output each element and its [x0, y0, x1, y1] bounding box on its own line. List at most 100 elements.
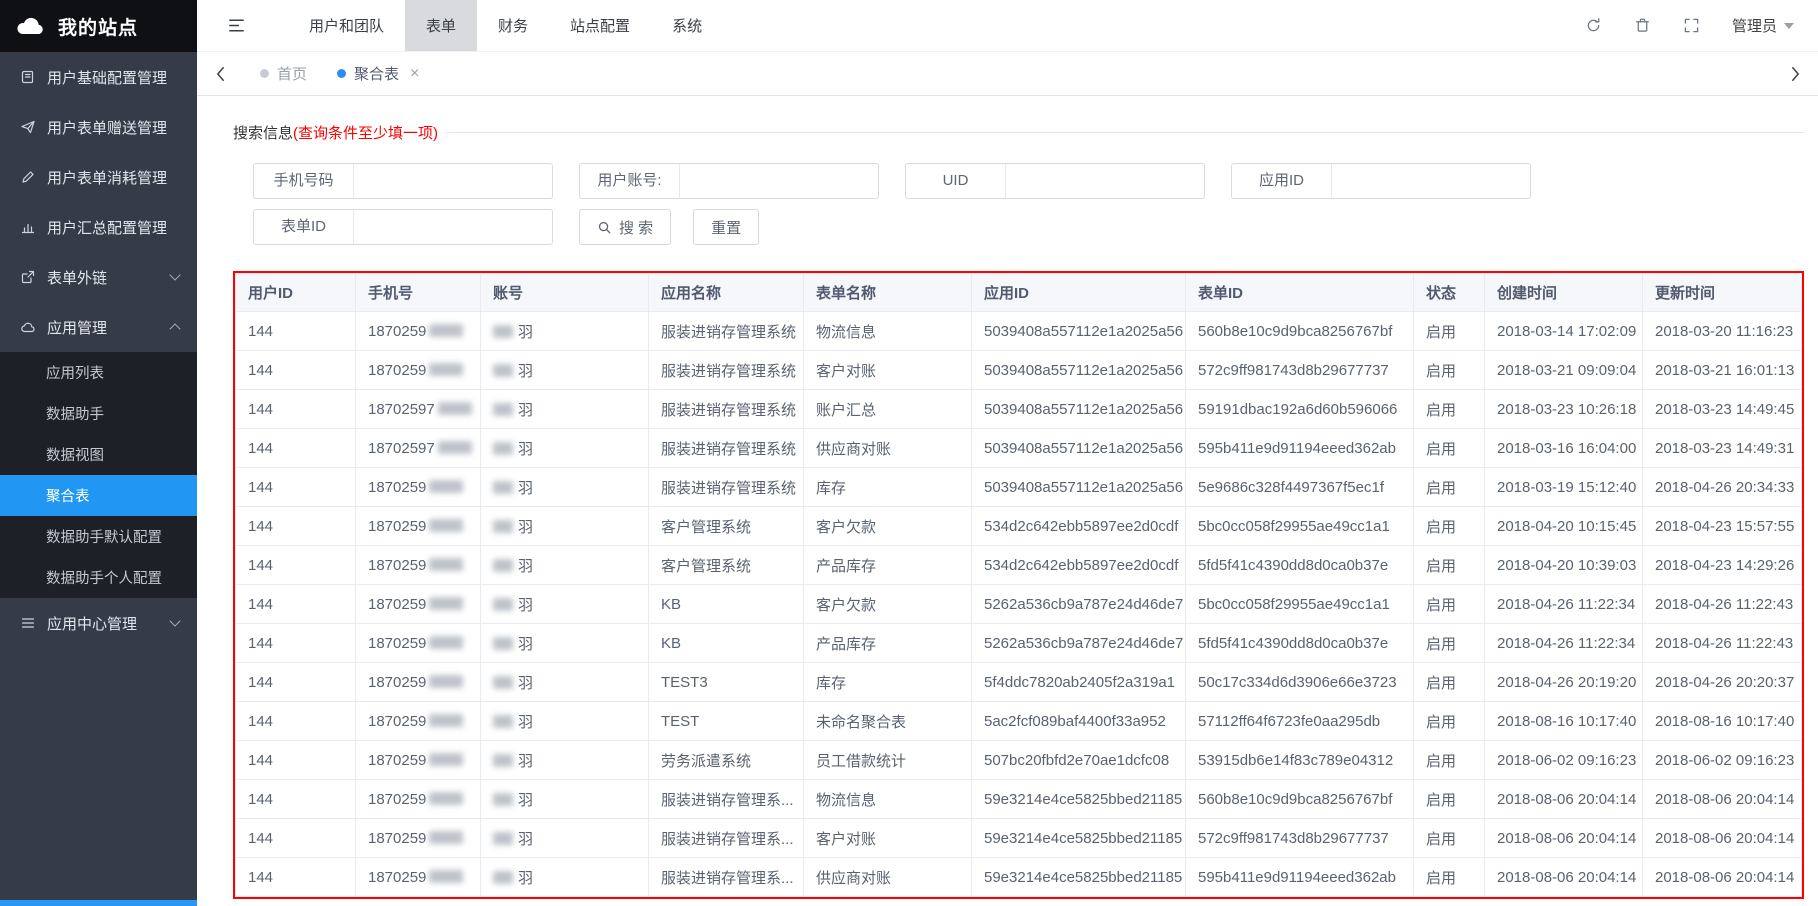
- cell-app-name: TEST: [661, 713, 699, 730]
- sidebar-item[interactable]: 用户表单消耗管理: [0, 152, 197, 202]
- phone-number-field: 手机号码: [253, 163, 553, 199]
- cell-created-time: 2018-06-02 09:16:23: [1497, 752, 1636, 769]
- cell-created-time: 2018-08-16 10:17:40: [1497, 713, 1636, 730]
- cell-form-id: 53915db6e14f83c789e04312: [1198, 752, 1393, 769]
- cell-form-name: 客户对账: [816, 831, 876, 848]
- cell-user-id: 144: [248, 440, 273, 457]
- sidebar-item[interactable]: 应用中心管理: [0, 598, 197, 648]
- main-column: 用户和团队表单财务站点配置系统 管理员: [197, 0, 1818, 906]
- cell-updated-time: 2018-06-02 09:16:23: [1655, 752, 1794, 769]
- status-badge: 启用: [1426, 363, 1456, 380]
- redacted-phone-blur: [429, 363, 463, 376]
- cell-account: 羽: [518, 831, 533, 848]
- tab-active[interactable]: 聚合表×: [322, 52, 434, 95]
- cell-phone: 1870259: [368, 830, 426, 847]
- fullscreen-icon[interactable]: [1683, 17, 1700, 34]
- cell-form-name: 客户欠款: [816, 597, 876, 614]
- sidebar-item[interactable]: 用户表单赠送管理: [0, 102, 197, 152]
- sidebar-item[interactable]: 用户汇总配置管理: [0, 202, 197, 252]
- nav-item-4[interactable]: 系统: [651, 0, 723, 51]
- column-header: 用户ID: [236, 274, 356, 312]
- table-row: 144 1870259 羽 服装进销存管理系统 库存 5039408a55711…: [236, 468, 1802, 507]
- app-id-field: 应用ID: [1231, 163, 1531, 199]
- form-id-label: 表单ID: [254, 210, 354, 244]
- sidebar-item[interactable]: 用户基础配置管理: [0, 52, 197, 102]
- redacted-phone-blur: [429, 636, 463, 649]
- cell-updated-time: 2018-08-06 20:04:14: [1655, 869, 1794, 886]
- cell-created-time: 2018-08-06 20:04:14: [1497, 869, 1636, 886]
- reset-button[interactable]: 重置: [693, 209, 759, 245]
- cell-updated-time: 2018-03-21 16:01:13: [1655, 362, 1794, 379]
- cell-form-name: 供应商对账: [816, 870, 891, 887]
- redacted-phone-blur: [438, 441, 472, 454]
- uid-field: UID: [905, 163, 1205, 199]
- admin-dropdown[interactable]: 管理员: [1732, 15, 1794, 36]
- cell-form-id: 59191dbac192a6d60b596066: [1198, 401, 1397, 418]
- cell-created-time: 2018-03-23 10:26:18: [1497, 401, 1636, 418]
- sidebar-subitem[interactable]: 数据助手默认配置: [0, 516, 197, 557]
- cell-updated-time: 2018-04-23 14:29:26: [1655, 557, 1794, 574]
- status-badge: 启用: [1426, 597, 1456, 614]
- cell-app-name: 客户管理系统: [661, 519, 751, 536]
- redacted-phone-blur: [429, 519, 463, 532]
- table-row: 144 1870259 羽 服装进销存管理系... 客户对账 59e3214e4…: [236, 819, 1802, 858]
- form-id-field: 表单ID: [253, 209, 553, 245]
- cell-form-id: 5e9686c328f4497367f5ec1f: [1198, 479, 1384, 496]
- nav-item-1[interactable]: 表单: [405, 0, 477, 51]
- tabs-scroll-right-icon[interactable]: [1780, 52, 1810, 95]
- cell-updated-time: 2018-08-06 20:04:14: [1655, 830, 1794, 847]
- uid-input[interactable]: [1006, 165, 1204, 197]
- list-icon: [20, 615, 36, 631]
- cell-user-id: 144: [248, 674, 273, 691]
- tabs-scroll-left-icon[interactable]: [205, 52, 235, 95]
- redacted-account-blur: [493, 676, 513, 689]
- sidebar-subitem-active[interactable]: 聚合表: [0, 475, 197, 516]
- collapse-menu-icon[interactable]: [227, 16, 246, 35]
- cell-app-id: 534d2c642ebb5897ee2d0cdf: [984, 557, 1178, 574]
- sidebar-item-label: 应用中心管理: [47, 613, 171, 634]
- cell-form-id: 595b411e9d91194eeed362ab: [1198, 440, 1396, 457]
- form-id-input[interactable]: [354, 211, 552, 243]
- status-badge: 启用: [1426, 519, 1456, 536]
- cell-user-id: 144: [248, 830, 273, 847]
- user-account-input[interactable]: [680, 165, 878, 197]
- sidebar-subitem[interactable]: 数据视图: [0, 434, 197, 475]
- column-header: 账号: [481, 274, 649, 312]
- sidebar-subitem[interactable]: 数据助手个人配置: [0, 557, 197, 598]
- search-hint: (查询条件至少填一项): [293, 122, 438, 143]
- cell-app-id: 59e3214e4ce5825bbed21185: [984, 869, 1182, 886]
- table-row: 144 1870259 羽 TEST 未命名聚合表 5ac2fcf089baf4…: [236, 702, 1802, 741]
- sidebar-scroll-indicator[interactable]: [0, 900, 197, 906]
- cell-created-time: 2018-03-14 17:02:09: [1497, 323, 1636, 340]
- sidebar-item[interactable]: 表单外链: [0, 252, 197, 302]
- sidebar-item[interactable]: 应用管理: [0, 302, 197, 352]
- cell-created-time: 2018-04-20 10:39:03: [1497, 557, 1636, 574]
- table-row: 144 1870259 羽 TEST3 库存 5f4ddc7820ab2405f…: [236, 663, 1802, 702]
- app-id-input[interactable]: [1332, 165, 1530, 197]
- cell-account: 羽: [518, 480, 533, 497]
- search-button[interactable]: 搜 索: [579, 209, 671, 245]
- form-buttons: 搜 索 重置: [579, 209, 759, 245]
- cell-form-name: 库存: [816, 675, 846, 692]
- cell-user-id: 144: [248, 752, 273, 769]
- sidebar-subitem[interactable]: 应用列表: [0, 352, 197, 393]
- trash-icon[interactable]: [1634, 17, 1651, 34]
- cell-app-name: 客户管理系统: [661, 558, 751, 575]
- cell-user-id: 144: [248, 635, 273, 652]
- status-badge: 启用: [1426, 636, 1456, 653]
- cell-phone: 1870259: [368, 752, 426, 769]
- nav-item-3[interactable]: 站点配置: [549, 0, 651, 51]
- phone-number-input[interactable]: [354, 165, 552, 197]
- table-header-row: 用户ID手机号账号应用名称表单名称应用ID表单ID状态创建时间更新时间: [236, 274, 1802, 312]
- cell-account: 羽: [518, 441, 533, 458]
- nav-item-2[interactable]: 财务: [477, 0, 549, 51]
- site-logo[interactable]: 我的站点: [0, 0, 197, 52]
- cell-created-time: 2018-03-21 09:09:04: [1497, 362, 1636, 379]
- sidebar-subitem[interactable]: 数据助手: [0, 393, 197, 434]
- book-icon: [20, 69, 36, 85]
- redacted-account-blur: [493, 520, 513, 533]
- nav-item-0[interactable]: 用户和团队: [288, 0, 405, 51]
- tab-item[interactable]: 首页: [245, 52, 322, 95]
- refresh-icon[interactable]: [1585, 17, 1602, 34]
- close-icon[interactable]: ×: [410, 66, 419, 82]
